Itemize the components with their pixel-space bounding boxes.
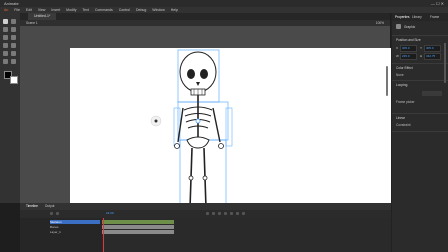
layer-folder-icon[interactable] (56, 212, 59, 215)
w-field[interactable]: 235.0 (400, 53, 417, 60)
timeline-panel: Timeline Output 24.00 Skeleton Bones Lay… (20, 203, 391, 252)
y-label: Y (420, 46, 423, 50)
next-frame-icon[interactable] (224, 212, 227, 215)
menu-text[interactable]: Text (82, 8, 88, 12)
object-type[interactable]: Graphic (404, 25, 415, 29)
menu-modify[interactable]: Modify (66, 8, 76, 12)
menu-control[interactable]: Control (119, 8, 130, 12)
layer-row[interactable]: Layer_1 (50, 230, 100, 234)
layer-row[interactable]: Skeleton (50, 220, 100, 224)
app-logo-icon: An (4, 8, 9, 12)
layer-new-icon[interactable] (50, 212, 53, 215)
constraint-option[interactable]: Constraint (396, 123, 411, 127)
scene-label[interactable]: Scene 1 (26, 21, 38, 25)
loop-options-buttons[interactable] (422, 91, 442, 96)
x-field[interactable]: 305.0 (400, 45, 417, 52)
eraser-icon[interactable] (11, 59, 16, 64)
onion-skin-icon[interactable] (242, 212, 245, 215)
menu-edit[interactable]: Edit (26, 8, 32, 12)
stage-scrollbar[interactable] (386, 66, 388, 96)
lasso-icon[interactable] (11, 27, 16, 32)
frame-span[interactable] (102, 225, 174, 229)
document-tabs: Untitled-1* (20, 13, 390, 20)
line-tool-icon[interactable] (3, 43, 8, 48)
tab-timeline[interactable]: Timeline (26, 204, 38, 208)
properties-scrollbar[interactable] (444, 43, 446, 83)
menu-file[interactable]: File (14, 8, 20, 12)
eyedropper-icon[interactable] (3, 59, 8, 64)
tools-panel (0, 13, 21, 203)
window-controls[interactable]: — ☐ ✕ (431, 0, 444, 7)
fill-color-swatch[interactable] (10, 76, 18, 84)
rectangle-tool-icon[interactable] (11, 43, 16, 48)
playhead[interactable] (103, 218, 104, 252)
frames-grid[interactable] (102, 218, 391, 252)
layer-row[interactable]: Bones (50, 225, 100, 229)
app-title: Animate (4, 1, 19, 6)
timeline-tabs: Timeline Output (20, 203, 391, 210)
menu-view[interactable]: View (38, 8, 46, 12)
timeline-controls: 24.00 (20, 210, 391, 218)
h-field[interactable]: 342.75 (424, 53, 441, 60)
stage-pasteboard (20, 26, 407, 220)
document-tab[interactable]: Untitled-1* (28, 13, 57, 20)
linear-heading[interactable]: Linear (396, 116, 405, 120)
brush-tool-icon[interactable] (3, 51, 8, 56)
y-field[interactable]: 305.0 (424, 45, 441, 52)
tab-frame[interactable]: Frame (430, 13, 439, 21)
paint-bucket-icon[interactable] (11, 51, 16, 56)
properties-tabs: Properties Library Frame (392, 13, 448, 21)
color-effect-heading[interactable]: Color Effect (396, 66, 413, 70)
h-label: H (420, 54, 423, 58)
last-frame-icon[interactable] (230, 212, 233, 215)
symbol-icon (396, 24, 401, 29)
menu-insert[interactable]: Insert (51, 8, 60, 12)
menu-window[interactable]: Window (152, 8, 164, 12)
first-frame-icon[interactable] (206, 212, 209, 215)
x-label: X (396, 46, 399, 50)
menu-help[interactable]: Help (171, 8, 178, 12)
w-label: W (396, 54, 399, 58)
menu-debug[interactable]: Debug (136, 8, 146, 12)
prev-frame-icon[interactable] (212, 212, 215, 215)
selection-tool-icon[interactable] (3, 19, 8, 24)
text-tool-icon[interactable] (11, 35, 16, 40)
tab-properties[interactable]: Properties (395, 13, 410, 21)
title-bar: Animate — ☐ ✕ (0, 0, 448, 7)
skeleton-artwork[interactable] (70, 48, 407, 220)
properties-panel: Properties Library Frame Graphic Positio… (391, 13, 448, 252)
looping-heading[interactable]: Looping (396, 83, 407, 87)
menu-commands[interactable]: Commands (95, 8, 113, 12)
loop-icon[interactable] (236, 212, 239, 215)
tab-library[interactable]: Library (412, 13, 422, 21)
frame-span[interactable] (102, 230, 174, 234)
color-style-select[interactable]: None (396, 73, 404, 77)
position-size-heading[interactable]: Position and Size (396, 38, 421, 42)
play-icon[interactable] (218, 212, 221, 215)
pen-tool-icon[interactable] (3, 35, 8, 40)
subselection-tool-icon[interactable] (11, 19, 16, 24)
free-transform-icon[interactable] (3, 27, 8, 32)
frame-span[interactable] (102, 220, 174, 224)
frame-picker-button[interactable]: Frame picker (396, 100, 415, 104)
fps-value[interactable]: 24.00 (106, 211, 114, 215)
stage-canvas[interactable] (70, 48, 407, 220)
tab-output[interactable]: Output (45, 204, 55, 208)
